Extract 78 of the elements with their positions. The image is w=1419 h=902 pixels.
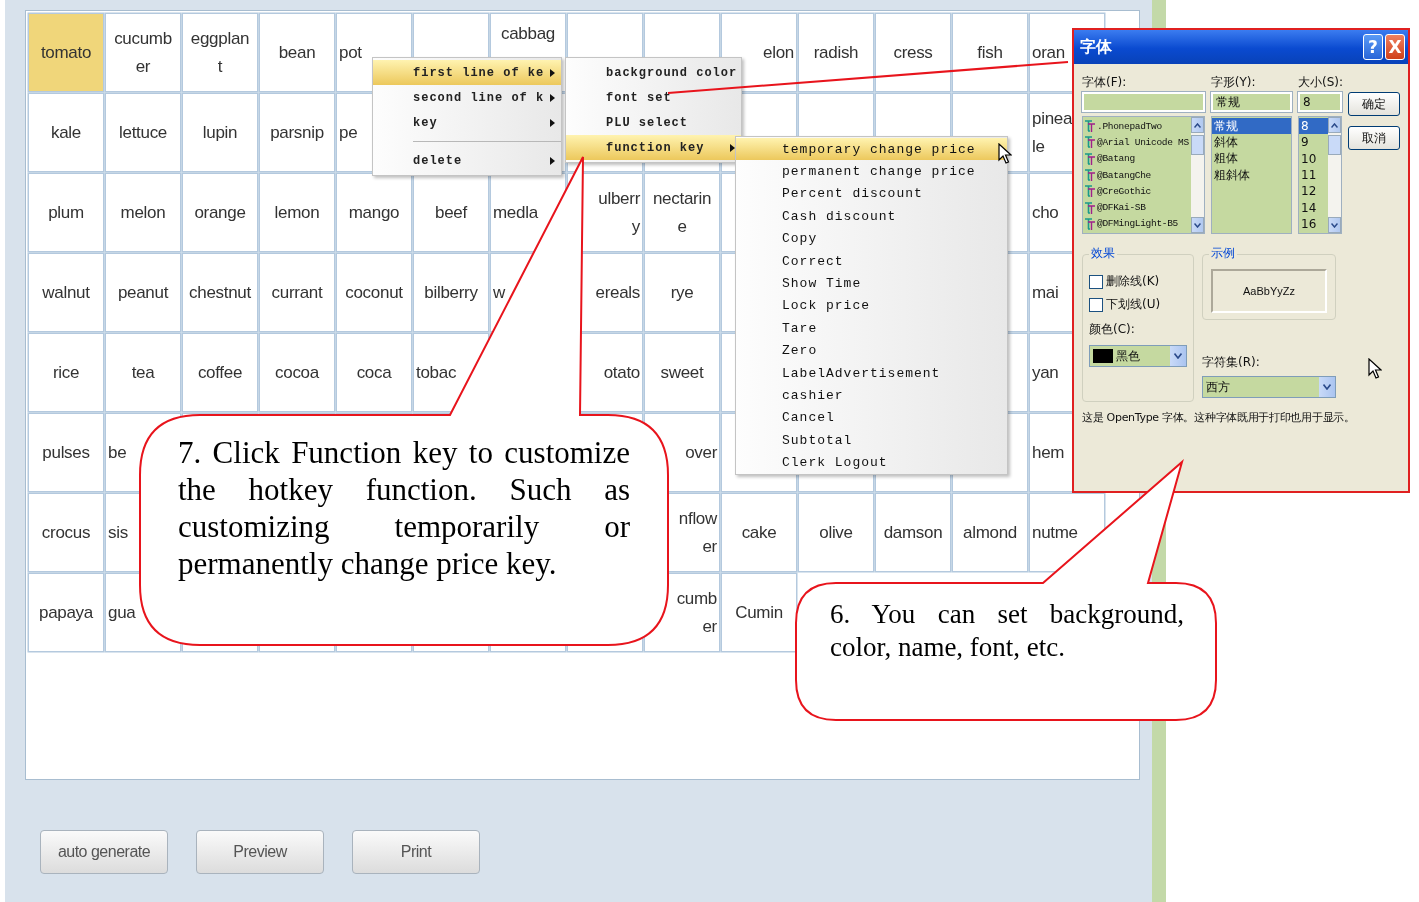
- menu-item[interactable]: Cancel: [736, 406, 1007, 430]
- font-size-item[interactable]: 14: [1299, 199, 1328, 216]
- action-button[interactable]: auto generate: [40, 830, 168, 874]
- menu-item[interactable]: Zero: [736, 339, 1007, 362]
- field-label: 大小(S):: [1298, 73, 1342, 91]
- truetype-icon: [1085, 169, 1095, 182]
- menu-item[interactable]: delete: [373, 148, 561, 173]
- font-size-item[interactable]: 10: [1299, 150, 1328, 167]
- close-button[interactable]: X: [1385, 34, 1405, 60]
- menu-item[interactable]: temporary change price: [736, 138, 1007, 161]
- truetype-icon: [1085, 185, 1095, 198]
- menu-item[interactable]: Cash discount: [736, 205, 1007, 228]
- group-label: 效果: [1089, 245, 1117, 262]
- checkbox-label: 下划线(U): [1106, 296, 1161, 313]
- truetype-icon: [1085, 217, 1095, 230]
- menu-item[interactable]: first line of ke: [373, 60, 561, 85]
- font-size-item[interactable]: 11: [1299, 166, 1328, 184]
- font-size-item[interactable]: 12: [1299, 183, 1328, 200]
- action-button[interactable]: Print: [352, 830, 480, 874]
- scroll-down-icon[interactable]: [1190, 217, 1204, 233]
- menu-item[interactable]: Subtotal: [736, 429, 1007, 452]
- font-sample: AaBbYyZz: [1211, 269, 1327, 313]
- scrollbar[interactable]: [1328, 117, 1341, 233]
- scrollbar[interactable]: [1190, 117, 1204, 233]
- scroll-up-icon[interactable]: [1328, 117, 1341, 133]
- font-style-item[interactable]: 斜体: [1211, 134, 1291, 151]
- scrollbar-thumb[interactable]: [1328, 135, 1341, 155]
- checkbox-label: 删除线(K): [1106, 273, 1160, 290]
- menu-item[interactable]: permanent change price: [736, 160, 1007, 183]
- font-size-field[interactable]: 8: [1298, 92, 1342, 112]
- cancel-button[interactable]: 取消: [1348, 126, 1400, 150]
- menu-item[interactable]: Percent discount: [736, 182, 1007, 206]
- action-button[interactable]: Preview: [196, 830, 324, 874]
- menu-item[interactable]: LabelAdvertisement: [736, 361, 1007, 385]
- truetype-icon: [1085, 136, 1095, 149]
- font-size-item[interactable]: 16: [1299, 215, 1328, 233]
- scroll-down-icon[interactable]: [1328, 217, 1341, 233]
- font-name-field[interactable]: [1082, 92, 1205, 112]
- font-style-field[interactable]: 常规: [1210, 92, 1292, 112]
- checkbox[interactable]: [1089, 297, 1103, 312]
- checkbox[interactable]: [1089, 274, 1103, 289]
- caret-icon: [550, 93, 555, 102]
- menu-item[interactable]: Correct: [736, 249, 1007, 273]
- group-label: 示例: [1209, 245, 1237, 262]
- color-dropdown[interactable]: 黑色: [1089, 345, 1187, 367]
- menu-item[interactable]: PLU select: [566, 110, 741, 135]
- cursor-icon: [1368, 358, 1382, 380]
- color-swatch: [1093, 349, 1113, 363]
- menu-item[interactable]: key: [373, 110, 561, 135]
- field-label: 字形(Y):: [1210, 73, 1257, 91]
- cursor-icon: [998, 143, 1012, 165]
- menu-item[interactable]: function key: [566, 135, 741, 160]
- caret-icon: [550, 156, 555, 165]
- ok-button[interactable]: 确定: [1348, 92, 1400, 116]
- menu-item[interactable]: cashier: [736, 384, 1007, 407]
- font-size-item[interactable]: 8: [1299, 118, 1328, 135]
- callout-text: 6. You can set background, color, name, font, etc.: [830, 598, 1184, 664]
- scrollbar-thumb[interactable]: [1190, 135, 1204, 155]
- scroll-up-icon[interactable]: [1190, 117, 1204, 133]
- menu-item[interactable]: Clerk Logout: [736, 451, 1007, 474]
- font-style-item[interactable]: 粗斜体: [1211, 166, 1291, 184]
- font-size-item[interactable]: 9: [1299, 134, 1328, 151]
- charset-dropdown[interactable]: 西方: [1202, 376, 1336, 398]
- help-button[interactable]: ?: [1363, 34, 1383, 60]
- font-style-item[interactable]: 常规: [1211, 118, 1291, 135]
- font-style-item[interactable]: 粗体: [1211, 150, 1291, 167]
- truetype-icon: [1085, 201, 1095, 214]
- truetype-icon: [1085, 152, 1095, 165]
- field-label: 字符集(R):: [1202, 353, 1261, 371]
- menu-item[interactable]: Copy: [736, 227, 1007, 250]
- callout-text: 7. Click Function key to customize the hotkey function. Such as customizing temporarily or permanently change price key.: [178, 434, 630, 582]
- menu-item[interactable]: Tare: [736, 317, 1007, 340]
- menu-item[interactable]: Show Time: [736, 272, 1007, 295]
- caret-icon: [550, 68, 555, 77]
- caret-icon: [550, 118, 555, 127]
- menu-item[interactable]: Lock price: [736, 294, 1007, 318]
- grid-cell[interactable]: tomato: [29, 14, 103, 91]
- truetype-icon: [1085, 120, 1095, 133]
